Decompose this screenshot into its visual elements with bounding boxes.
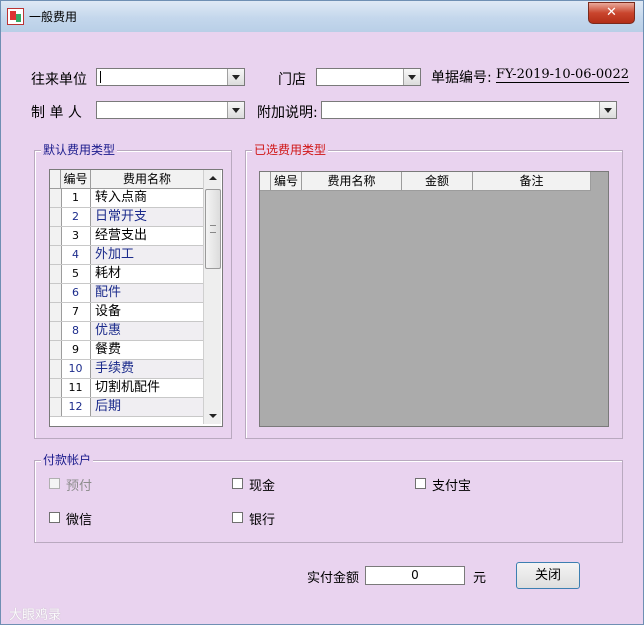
default-types-title: 默认费用类型 (41, 142, 118, 158)
table-row[interactable]: 7 设备 (50, 303, 203, 322)
table-row[interactable]: 1 转入点商 (50, 189, 203, 208)
cell-no: 11 (61, 379, 91, 397)
note-combo[interactable] (321, 101, 617, 119)
table-row[interactable]: 10 手续费 (50, 360, 203, 379)
cell-name: 餐费 (95, 342, 122, 357)
window-title: 一般费用 (29, 10, 78, 24)
partner-combo[interactable] (96, 68, 245, 86)
bank-checkbox[interactable] (232, 512, 243, 523)
close-window-button[interactable]: ✕ (588, 2, 635, 24)
table-row[interactable]: 5 耗材 (50, 265, 203, 284)
cell-no: 6 (61, 284, 91, 302)
table-row[interactable]: 2 日常开支 (50, 208, 203, 227)
scroll-up-icon[interactable] (204, 170, 221, 187)
column-header-no[interactable]: 编号 (61, 170, 91, 188)
alipay-checkbox[interactable] (415, 478, 426, 489)
vertical-scrollbar[interactable] (203, 170, 221, 424)
wechat-label: 微信 (66, 513, 93, 528)
cell-no: 7 (61, 303, 91, 321)
window: 一般费用 ✕ 往来单位 门店 单据编号: FY-2019-10-06-0022 … (0, 0, 644, 625)
cell-name: 优惠 (91, 322, 203, 340)
grid-header: 编号 费用名称 (50, 170, 203, 189)
cell-name: 手续费 (91, 360, 203, 378)
cell-name: 切割机配件 (95, 380, 161, 395)
text-caret (100, 71, 101, 83)
bill-no-label: 单据编号: (431, 70, 492, 86)
chevron-down-icon[interactable] (227, 102, 244, 118)
cash-label: 现金 (249, 479, 276, 494)
title-bar[interactable]: 一般费用 ✕ (1, 1, 643, 32)
table-row[interactable]: 9 餐费 (50, 341, 203, 360)
partner-label: 往来单位 (31, 72, 87, 88)
cash-checkbox[interactable] (232, 478, 243, 489)
column-header-amount[interactable]: 金额 (402, 172, 473, 190)
scroll-thumb[interactable] (205, 189, 221, 269)
cell-no: 8 (61, 322, 91, 340)
cell-name: 设备 (95, 304, 122, 319)
chevron-down-icon[interactable] (599, 102, 616, 118)
creator-label: 制 单 人 (31, 105, 82, 121)
amount-input[interactable]: 0 (365, 566, 465, 585)
store-combo[interactable] (316, 68, 421, 86)
prepaid-checkbox[interactable] (49, 478, 60, 489)
amount-unit: 元 (473, 571, 487, 586)
cell-name: 后期 (91, 398, 203, 416)
cell-no: 10 (61, 360, 91, 378)
payment-group: 付款帐户 (34, 452, 623, 543)
cell-name: 外加工 (91, 246, 203, 264)
cell-no: 2 (61, 208, 91, 226)
chevron-down-icon[interactable] (403, 69, 420, 85)
column-header-no[interactable]: 编号 (271, 172, 302, 190)
payment-title: 付款帐户 (41, 452, 94, 468)
table-row[interactable]: 8 优惠 (50, 322, 203, 341)
column-header-remark[interactable]: 备注 (473, 172, 591, 190)
default-types-grid[interactable]: 编号 费用名称 1 转入点商 2 日常开支 3 经营支出 4 外加工 5 耗材 6 配件 7 设备 8 优惠 9… (49, 169, 223, 427)
store-label: 门店 (278, 72, 306, 88)
cell-no: 9 (61, 341, 91, 359)
column-header-name[interactable]: 费用名称 (302, 172, 402, 190)
cell-name: 配件 (91, 284, 203, 302)
cell-no: 3 (61, 227, 91, 245)
close-icon: ✕ (606, 5, 617, 20)
row-indicator-header (260, 172, 271, 190)
cell-no: 1 (61, 189, 91, 207)
table-row[interactable]: 4 外加工 (50, 246, 203, 265)
watermark-text: 大眼鸡录 (9, 608, 62, 623)
bill-no-value: FY-2019-10-06-0022 (496, 67, 629, 83)
table-row[interactable]: 3 经营支出 (50, 227, 203, 246)
selected-types-title: 已选费用类型 (252, 142, 329, 158)
creator-combo[interactable] (96, 101, 245, 119)
grid-header: 编号 费用名称 金额 备注 (260, 172, 591, 191)
note-label: 附加说明: (257, 105, 318, 121)
cell-no: 5 (61, 265, 91, 283)
chevron-down-icon[interactable] (227, 69, 244, 85)
selected-types-grid[interactable]: 编号 费用名称 金额 备注 (259, 171, 609, 427)
bank-label: 银行 (249, 513, 276, 528)
cell-no: 4 (61, 246, 91, 264)
table-row[interactable]: 6 配件 (50, 284, 203, 303)
cell-name: 日常开支 (91, 208, 203, 226)
wechat-checkbox[interactable] (49, 512, 60, 523)
row-indicator-header (50, 170, 61, 188)
prepaid-label: 预付 (66, 479, 93, 494)
cell-name: 经营支出 (95, 228, 148, 243)
column-header-name[interactable]: 费用名称 (91, 170, 203, 188)
cell-no: 12 (61, 398, 91, 416)
alipay-label: 支付宝 (432, 479, 472, 494)
cell-name: 耗材 (95, 266, 122, 281)
scroll-down-icon[interactable] (204, 407, 221, 424)
app-icon (7, 8, 24, 25)
table-row[interactable]: 12 后期 (50, 398, 203, 417)
close-button[interactable]: 关闭 (516, 562, 580, 589)
cell-name: 转入点商 (95, 190, 148, 205)
amount-label: 实付金额 (307, 571, 360, 586)
table-row[interactable]: 11 切割机配件 (50, 379, 203, 398)
